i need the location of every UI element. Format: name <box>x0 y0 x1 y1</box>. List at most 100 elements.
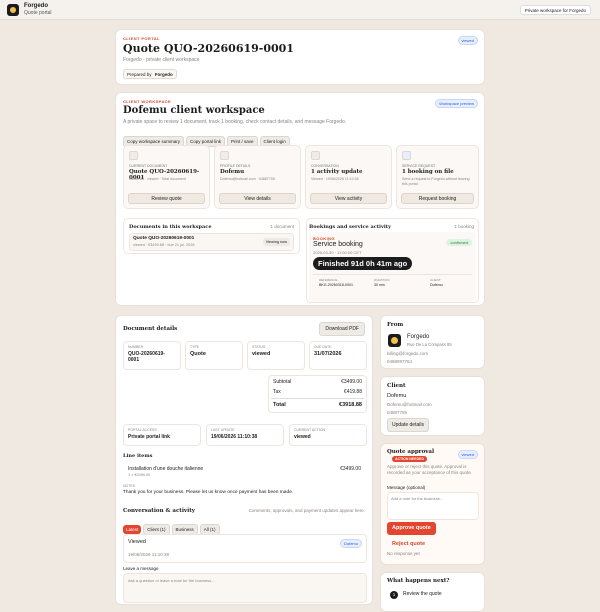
documents-count: 1 document <box>270 224 294 229</box>
approval-status-badge: viewed <box>457 450 478 459</box>
service-request-sub: Send a request to Forgedo without leavin… <box>402 177 470 186</box>
due-date-value: 31/07/2026 <box>314 351 342 357</box>
prepared-by-name: Forgedo <box>154 72 173 77</box>
prepared-by-label: Prepared by <box>127 72 152 77</box>
profile-details-label: PROFILE DETAILS <box>220 164 251 168</box>
conversation-title: Conversation & activity <box>123 508 195 514</box>
approval-message-input[interactable]: Add a note for the business... <box>387 492 479 520</box>
document-details-card: Document details Download PDF NUMBER QUO-… <box>115 315 373 605</box>
number-field: NUMBER QUO-20260619-0001 <box>123 341 181 370</box>
current-document-card: CURRENT DOCUMENT Quote QUO-20260619-0001… <box>123 145 210 209</box>
tab-latest[interactable]: Latest <box>123 525 142 534</box>
conversation-card: CONVERSATION 1 activity update Viewed · … <box>305 145 392 209</box>
notes-text: Thank you for your business. Please let … <box>123 490 294 495</box>
workspace-description: A private space to review 1 document, tr… <box>123 119 347 125</box>
from-title: From <box>387 322 404 328</box>
service-request-title: 1 booking on file <box>402 169 454 175</box>
booking-datetime: 2026-03-30 · 11:00:00 CET <box>313 250 362 255</box>
document-row-sub: viewed · €3499.88 · due 21 jul. 2026 <box>133 243 195 247</box>
line-item-price: €3499.00 <box>340 466 361 472</box>
person-icon <box>220 151 229 160</box>
line-item-name: Installation d'une douche italienne <box>128 466 204 472</box>
from-phone: 0488997764 <box>387 359 413 364</box>
from-name: Forgedo <box>407 334 430 340</box>
quote-title: Quote QUO-20260619-0001 <box>123 42 294 55</box>
current-action-value: viewed <box>294 434 311 440</box>
review-quote-button[interactable]: Review quote <box>128 193 205 204</box>
booking-status-badge: confirmed <box>446 239 472 246</box>
from-email: billing@forgedo.com <box>387 351 429 356</box>
document-row[interactable]: Quote QUO-20260619-0001 viewed · €3499.8… <box>129 233 294 251</box>
download-pdf-button[interactable]: Download PDF <box>319 322 365 336</box>
profile-details-card: PROFILE DETAILS Dofemu Dofemu@hotmail.co… <box>214 145 301 209</box>
activity-title: Viewed <box>128 539 146 545</box>
number-value: QUO-20260619-0001 <box>128 351 165 363</box>
profile-details-title: Dofemu <box>220 169 245 175</box>
next-steps-title: What happens next? <box>387 578 450 584</box>
view-details-button[interactable]: View details <box>219 193 296 204</box>
forgedo-avatar-icon <box>388 334 401 347</box>
number-label: NUMBER <box>128 345 144 349</box>
approve-quote-button[interactable]: Approve quote <box>387 522 436 535</box>
quote-subtitle: Forgedo · private client workspace <box>123 57 200 63</box>
no-response-text: No response yet <box>387 551 420 556</box>
client-name: Dofemu <box>387 393 407 399</box>
activity-author-badge: Dofemu <box>339 539 362 548</box>
update-details-button[interactable]: Update details <box>387 418 429 432</box>
workspace-title: Dofemu client workspace <box>123 105 265 116</box>
portal-access-value: Private portal link <box>128 434 170 440</box>
message-input[interactable]: Ask a question or leave a note for the b… <box>123 573 367 603</box>
step-number: 1 <box>390 591 398 599</box>
client-phone: 04887755 <box>387 410 408 415</box>
last-update-field: LAST UPDATE 19/06/2026 11:10:38 <box>206 424 284 446</box>
leave-message-label: Leave a message <box>123 566 159 571</box>
approval-title: Quote approval <box>387 449 435 455</box>
reject-quote-button[interactable]: Reject quote <box>392 541 425 547</box>
line-items-title: Line items <box>123 453 153 459</box>
current-document-label: CURRENT DOCUMENT <box>129 164 168 168</box>
action-needed-badge: ACTION NEEDED <box>392 456 427 462</box>
bookings-panel: Bookings and service activity 1 booking … <box>306 218 479 303</box>
current-action-label: CURRENT ACTION <box>294 428 326 432</box>
conversation-title: 1 activity update <box>311 169 363 175</box>
private-workspace-button[interactable]: Private workspace for Forgedo <box>519 5 591 15</box>
subtotal-label: Subtotal <box>273 379 292 385</box>
service-request-label: SERVICE REQUEST <box>402 164 436 168</box>
current-action-field: CURRENT ACTION viewed <box>289 424 367 446</box>
client-value: Dofemu <box>430 283 443 287</box>
workspace-eyebrow: CLIENT WORKSPACE <box>123 99 172 104</box>
booking-finished-badge: Finished 91d 0h 41m ago <box>313 257 413 270</box>
quote-status-badge: viewed <box>457 36 478 45</box>
from-card: From Forgedo Rue De La Compass 85 billin… <box>380 315 485 369</box>
request-booking-button[interactable]: Request booking <box>401 193 474 204</box>
step-text: Review the quote <box>403 591 442 597</box>
line-item-qty: 1 × €3499.00 <box>128 473 151 477</box>
type-label: TYPE <box>190 345 200 349</box>
reference-value: BKG-20260318-0001 <box>319 283 353 287</box>
approval-description: Approve or reject this quote. Approval i… <box>387 464 473 475</box>
prepared-by: Prepared by Forgedo <box>123 69 177 79</box>
approval-placeholder: Add a note for the business... <box>391 496 444 501</box>
total-value: €3918.88 <box>339 402 362 408</box>
next-steps-card: What happens next? 1 Review the quote <box>380 572 485 612</box>
conversation-description: Comments, approvals, and payment updates… <box>248 508 365 513</box>
viewing-now-badge: Viewing now <box>262 238 290 246</box>
activity-time: 19/06/2026 11:10:38 <box>128 552 169 557</box>
from-address: Rue De La Compass 85 <box>407 342 452 347</box>
due-date-field: DUE DATE 31/07/2026 <box>309 341 367 370</box>
reference-label: REFERENCE <box>319 278 338 282</box>
tax-label: Tax <box>273 389 281 395</box>
calendar-icon <box>402 151 411 160</box>
status-label: STATUS <box>252 345 266 349</box>
profile-details-sub: Dofemu@hotmail.com · 04887755 <box>220 177 275 181</box>
status-value: viewed <box>252 351 271 357</box>
subtotal-value: €3499.00 <box>341 379 362 385</box>
document-details-title: Document details <box>123 326 178 332</box>
portal-access-field: PORTAL ACCESS Private portal link <box>123 424 201 446</box>
document-icon <box>129 151 138 160</box>
workspace-preview-badge: Workspace preview <box>435 99 478 108</box>
client-label: CLIENT <box>430 278 441 282</box>
document-row-title: Quote QUO-20260619-0001 <box>133 236 195 241</box>
total-label: Total <box>273 402 286 408</box>
view-activity-button[interactable]: View activity <box>310 193 387 204</box>
